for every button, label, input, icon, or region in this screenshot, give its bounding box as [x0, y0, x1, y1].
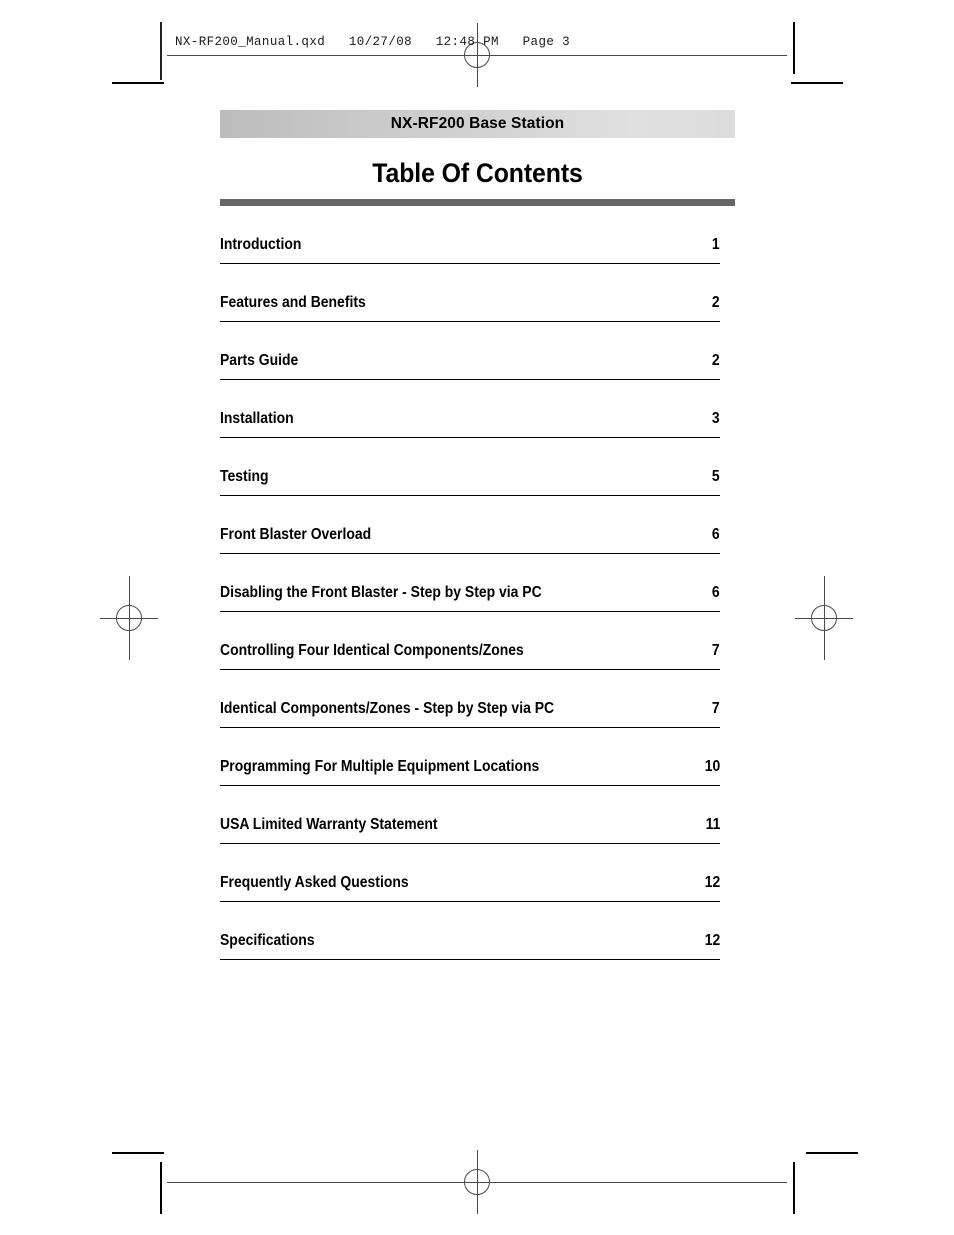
crop-mark-top-right-vertical — [793, 22, 795, 74]
crop-mark-top-right-horizontal — [791, 82, 843, 84]
toc-entry[interactable]: Features and Benefits 2 — [220, 264, 720, 322]
toc-entry-page-number: 1 — [712, 236, 720, 253]
toc-entry-page-number: 6 — [712, 584, 720, 601]
toc-entry-label: Controlling Four Identical Components/Zo… — [220, 642, 524, 659]
file-stamp-vertical-rule — [160, 22, 162, 80]
toc-entry[interactable]: Installation 3 — [220, 380, 720, 438]
toc-entry-label: Features and Benefits — [220, 294, 366, 311]
registration-circle — [811, 605, 837, 631]
toc-entry[interactable]: Specifications 12 — [220, 902, 720, 960]
toc-entry[interactable]: Identical Components/Zones - Step by Ste… — [220, 670, 720, 728]
toc-entry-label: Installation — [220, 410, 294, 427]
toc-entry-page-number: 11 — [705, 816, 720, 833]
product-title-bar: NX-RF200 Base Station — [220, 110, 735, 138]
toc-entry-page-number: 12 — [704, 932, 720, 949]
registration-circle — [116, 605, 142, 631]
crop-mark-top-left-horizontal — [112, 82, 164, 84]
toc-entry-label: Identical Components/Zones - Step by Ste… — [220, 700, 555, 717]
toc-entry-page-number: 2 — [712, 294, 720, 311]
toc-entry-page-number: 12 — [704, 874, 720, 891]
toc-entry[interactable]: Controlling Four Identical Components/Zo… — [220, 612, 720, 670]
toc-entry-page-number: 7 — [712, 700, 720, 717]
crop-mark-bottom-left-vertical — [160, 1162, 162, 1214]
table-of-contents-list: Introduction 1 Features and Benefits 2 Parts… — [220, 206, 720, 960]
page-title: Table Of Contents — [372, 158, 583, 188]
toc-entry-label: USA Limited Warranty Statement — [220, 816, 438, 833]
toc-entry[interactable]: Disabling the Front Blaster - Step by St… — [220, 554, 720, 612]
page-content: NX-RF200 Base Station Table Of Contents … — [220, 110, 735, 960]
toc-entry[interactable]: USA Limited Warranty Statement 11 — [220, 786, 720, 844]
toc-entry-label: Parts Guide — [220, 352, 299, 369]
toc-entry-page-number: 5 — [712, 468, 720, 485]
crop-mark-bottom-right-vertical — [793, 1162, 795, 1214]
toc-entry-page-number: 10 — [704, 758, 720, 775]
toc-entry[interactable]: Programming For Multiple Equipment Locat… — [220, 728, 720, 786]
toc-entry-label: Disabling the Front Blaster - Step by St… — [220, 584, 542, 601]
toc-entry[interactable]: Front Blaster Overload 6 — [220, 496, 720, 554]
toc-entry[interactable]: Introduction 1 — [220, 206, 720, 264]
toc-entry-page-number: 7 — [712, 642, 720, 659]
toc-entry-page-number: 6 — [712, 526, 720, 543]
toc-entry-label: Introduction — [220, 236, 302, 253]
toc-entry-label: Programming For Multiple Equipment Locat… — [220, 758, 540, 775]
title-underline-rule — [220, 199, 735, 206]
toc-entry-page-number: 2 — [712, 352, 720, 369]
crop-mark-bottom-left-horizontal — [112, 1152, 164, 1154]
registration-circle — [464, 1169, 490, 1195]
product-name: NX-RF200 Base Station — [390, 115, 565, 132]
toc-entry-label: Specifications — [220, 932, 315, 949]
toc-entry-label: Testing — [220, 468, 269, 485]
toc-entry[interactable]: Testing 5 — [220, 438, 720, 496]
toc-entry[interactable]: Parts Guide 2 — [220, 322, 720, 380]
toc-entry-label: Front Blaster Overload — [220, 526, 372, 543]
crop-mark-bottom-right-horizontal — [806, 1152, 858, 1154]
toc-entry-label: Frequently Asked Questions — [220, 874, 409, 891]
toc-entry[interactable]: Frequently Asked Questions 12 — [220, 844, 720, 902]
file-stamp-text: NX-RF200_Manual.qxd 10/27/08 12:48 PM Pa… — [175, 35, 571, 49]
toc-entry-page-number: 3 — [712, 410, 720, 427]
